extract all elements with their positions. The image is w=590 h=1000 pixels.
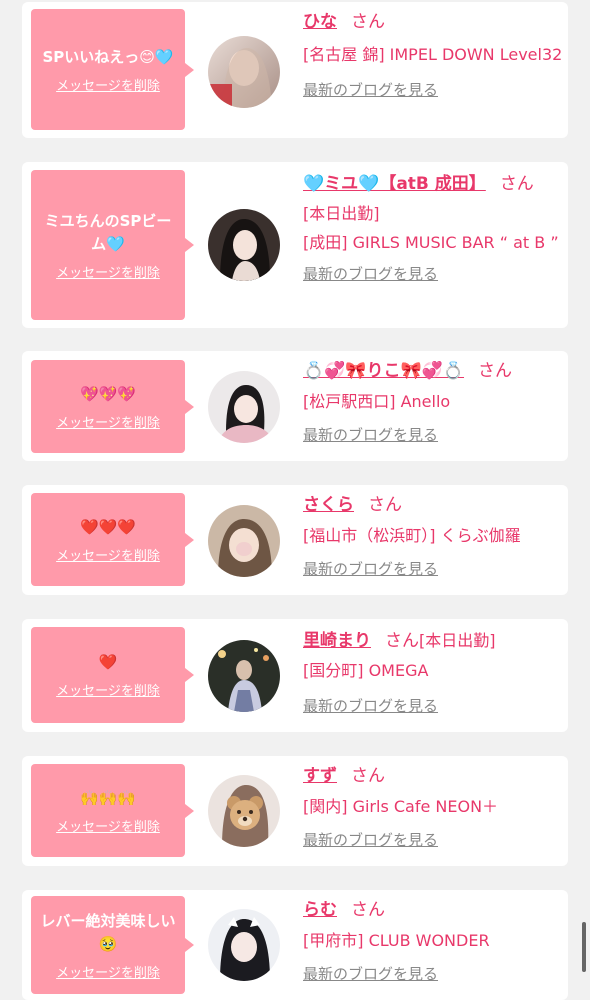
avatar[interactable] <box>208 36 280 108</box>
message-bubble: ❤️❤️❤️ メッセージを削除 <box>31 493 194 586</box>
shop-line: [甲府市] CLUB WONDER <box>303 931 490 950</box>
shop-line: [関内] Girls Cafe NEON＋ <box>303 797 499 816</box>
avatar-photo <box>208 36 280 108</box>
sender-info: さくら さん [福山市（松浜町）] くらぶ伽羅 最新のブログを見る <box>303 493 565 580</box>
message-bubble: ミユちんのSPビーム🩵 メッセージを削除 <box>31 170 194 320</box>
avatar-photo <box>208 505 280 577</box>
sender-name-link[interactable]: らむ <box>303 900 337 920</box>
name-row: ひな さん <box>303 10 565 34</box>
message-card: ❤️❤️❤️ メッセージを削除 さくら さん [福山市（松浜町）] くらぶ伽羅 最… <box>22 485 568 595</box>
latest-blog-link[interactable]: 最新のブログを見る <box>303 829 438 851</box>
name-row: 🩵ミユ🩵【atB 成田】 さん <box>303 172 565 196</box>
name-row: 💍💞🎀りこ🎀💞💍 さん <box>303 359 565 383</box>
latest-blog-link[interactable]: 最新のブログを見る <box>303 558 438 580</box>
avatar[interactable] <box>208 505 280 577</box>
message-text: ミユちんのSPビーム🩵 <box>44 211 172 253</box>
avatar[interactable] <box>208 909 280 981</box>
message-text: レバー絶対美味しい🥹 <box>40 911 176 953</box>
shop-line: [成田] GIRLS MUSIC BAR “ at B ” <box>303 233 559 252</box>
message-card: ❤️ メッセージを削除 里崎まり さん[本日出勤] [国分町] OMEGA 最新の… <box>22 619 568 732</box>
delete-message-link[interactable]: メッセージを削除 <box>56 262 160 281</box>
avatar-photo <box>208 640 280 712</box>
latest-blog-link[interactable]: 最新のブログを見る <box>303 424 438 446</box>
sender-info: ひな さん [名古屋 錦] IMPEL DOWN Level32 最新のブログを見… <box>303 10 565 101</box>
shop-line: [松戸駅西口] Anello <box>303 392 451 411</box>
sender-name-link[interactable]: 里崎まり <box>303 631 371 651</box>
work-status: [本日出勤] <box>419 631 496 650</box>
sender-name-link[interactable]: さくら <box>303 495 354 515</box>
honorific: さん <box>385 631 419 651</box>
honorific: さん <box>499 174 534 194</box>
message-card: 💖💖💖 メッセージを削除 💍💞🎀りこ🎀💞💍 さん [松戸駅西口] Anello 最… <box>22 351 568 461</box>
name-row: 里崎まり さん[本日出勤] <box>303 629 565 653</box>
avatar-photo <box>208 209 280 281</box>
honorific: さん <box>351 12 385 32</box>
message-bubble: 💖💖💖 メッセージを削除 <box>31 360 194 453</box>
avatar-photo <box>208 371 280 443</box>
name-row: さくら さん <box>303 493 565 517</box>
sender-info: 💍💞🎀りこ🎀💞💍 さん [松戸駅西口] Anello 最新のブログを見る <box>303 359 565 446</box>
message-text: 💖💖💖 <box>79 384 137 403</box>
sender-name-link[interactable]: 🩵ミユ🩵【atB 成田】 <box>303 174 486 194</box>
message-bubble: レバー絶対美味しい🥹 メッセージを削除 <box>31 896 194 994</box>
delete-message-link[interactable]: メッセージを削除 <box>56 412 160 431</box>
message-text: 🙌🙌🙌 <box>79 788 137 807</box>
sender-name-link[interactable]: すず <box>303 766 337 786</box>
latest-blog-link[interactable]: 最新のブログを見る <box>303 695 438 717</box>
sender-info: らむ さん [甲府市] CLUB WONDER 最新のブログを見る <box>303 898 565 985</box>
name-row: らむ さん <box>303 898 565 922</box>
name-row: すず さん <box>303 764 565 788</box>
delete-message-link[interactable]: メッセージを削除 <box>56 816 160 835</box>
shop-line: [名古屋 錦] IMPEL DOWN Level32 <box>303 45 563 64</box>
message-text: ❤️ <box>98 653 118 671</box>
sender-name-link[interactable]: ひな <box>303 12 337 32</box>
honorific: さん <box>368 495 402 515</box>
avatar[interactable] <box>208 371 280 443</box>
delete-message-link[interactable]: メッセージを削除 <box>56 680 160 699</box>
avatar[interactable] <box>208 209 280 281</box>
latest-blog-link[interactable]: 最新のブログを見る <box>303 263 438 285</box>
message-list: SPいいねえっ😊🩵 メッセージを削除 ひな さん [名古屋 錦] IMPEL DO… <box>0 0 590 1000</box>
delete-message-link[interactable]: メッセージを削除 <box>56 962 160 981</box>
shop-line: [福山市（松浜町）] くらぶ伽羅 <box>303 526 521 545</box>
latest-blog-link[interactable]: 最新のブログを見る <box>303 79 438 101</box>
message-bubble: SPいいねえっ😊🩵 メッセージを削除 <box>31 9 194 130</box>
sender-info: 里崎まり さん[本日出勤] [国分町] OMEGA 最新のブログを見る <box>303 629 565 717</box>
message-card: ミユちんのSPビーム🩵 メッセージを削除 🩵ミユ🩵【atB 成田】 さん [本日出… <box>22 162 568 328</box>
avatar[interactable] <box>208 640 280 712</box>
honorific: さん <box>478 361 513 381</box>
scrollbar-thumb[interactable] <box>582 922 586 972</box>
avatar-photo <box>208 909 280 981</box>
sender-name-link[interactable]: 💍💞🎀りこ🎀💞💍 <box>303 361 464 381</box>
latest-blog-link[interactable]: 最新のブログを見る <box>303 963 438 985</box>
message-card: 🙌🙌🙌 メッセージを削除 すず さん [関内] Girls Cafe NEON＋ … <box>22 756 568 866</box>
message-card: レバー絶対美味しい🥹 メッセージを削除 らむ さん [甲府市] CLUB WOND… <box>22 890 568 1000</box>
message-bubble: 🙌🙌🙌 メッセージを削除 <box>31 764 194 857</box>
honorific: さん <box>351 766 385 786</box>
sender-info: 🩵ミユ🩵【atB 成田】 さん [本日出勤] [成田] GIRLS MUSIC B… <box>303 172 565 285</box>
shop-line: [本日出勤] <box>303 204 380 223</box>
avatar-photo <box>208 775 280 847</box>
sender-info: すず さん [関内] Girls Cafe NEON＋ 最新のブログを見る <box>303 764 565 851</box>
delete-message-link[interactable]: メッセージを削除 <box>56 545 160 564</box>
message-bubble: ❤️ メッセージを削除 <box>31 627 194 723</box>
message-text: ❤️❤️❤️ <box>79 517 137 536</box>
honorific: さん <box>351 900 385 920</box>
avatar[interactable] <box>208 775 280 847</box>
shop-line: [国分町] OMEGA <box>303 661 429 680</box>
delete-message-link[interactable]: メッセージを削除 <box>56 75 160 94</box>
message-card: SPいいねえっ😊🩵 メッセージを削除 ひな さん [名古屋 錦] IMPEL DO… <box>22 2 568 138</box>
message-text: SPいいねえっ😊🩵 <box>42 47 174 66</box>
